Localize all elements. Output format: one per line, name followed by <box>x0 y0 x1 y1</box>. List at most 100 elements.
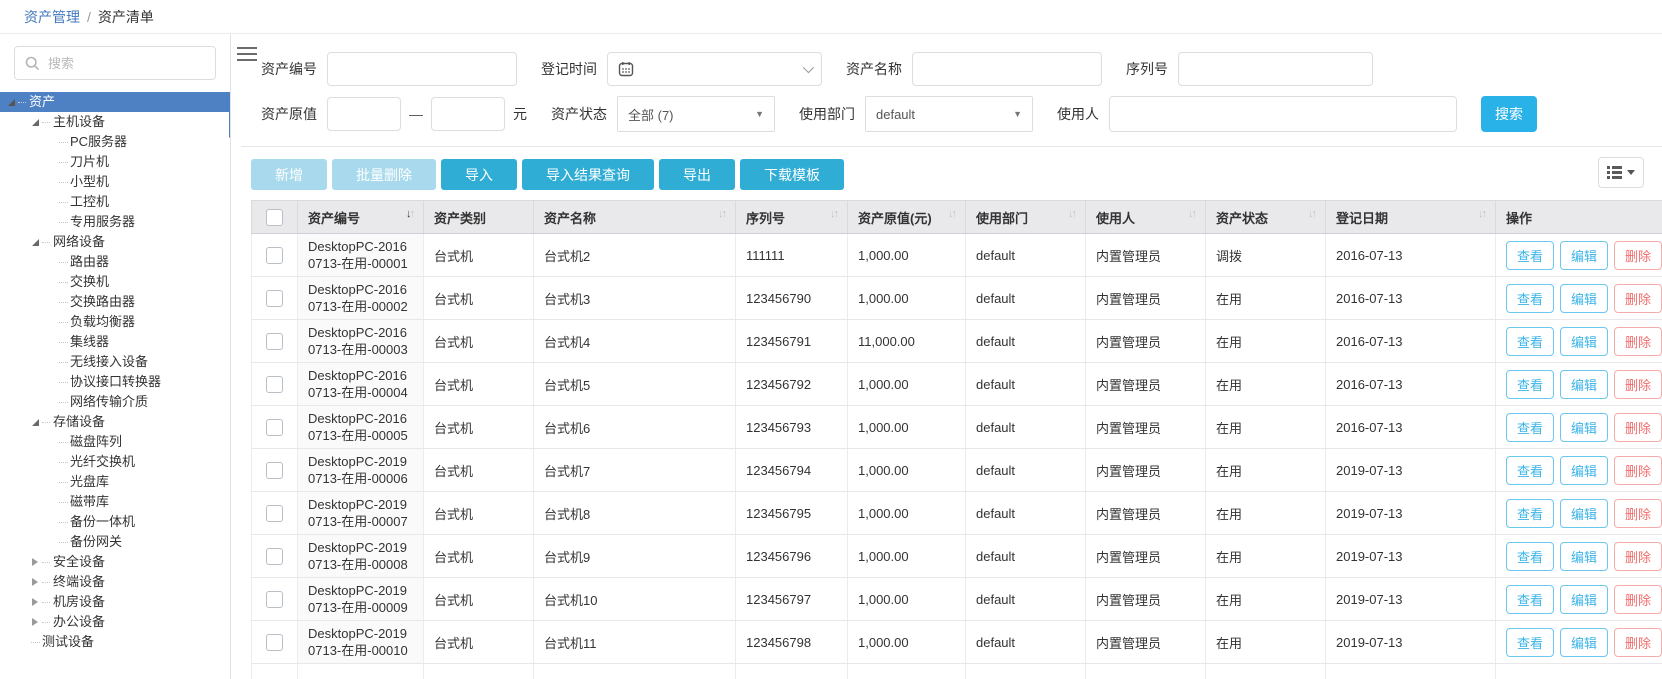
column-header[interactable]: ↓↑资产编号 <box>298 201 424 234</box>
edit-button[interactable]: 编辑 <box>1560 284 1608 313</box>
edit-button[interactable]: 编辑 <box>1560 456 1608 485</box>
sidebar-search-box[interactable] <box>14 46 216 80</box>
tree-item[interactable]: 资产 <box>0 92 230 112</box>
tree-item[interactable]: 磁盘阵列 <box>0 432 230 452</box>
tree-item[interactable]: 交换路由器 <box>0 292 230 312</box>
sort-arrows-icon[interactable]: ↓↑ <box>830 208 837 220</box>
tree-item[interactable]: 协议接口转换器 <box>0 372 230 392</box>
asset-value-to-input[interactable] <box>431 97 505 131</box>
toolbar-button[interactable]: 导入结果查询 <box>522 159 654 190</box>
use-department-select[interactable]: default ▼ <box>865 96 1033 132</box>
search-button[interactable]: 搜索 <box>1481 96 1537 132</box>
column-header[interactable]: ↓↑登记日期 <box>1326 201 1496 234</box>
view-button[interactable]: 查看 <box>1506 628 1554 657</box>
tree-item[interactable]: 备份网关 <box>0 532 230 552</box>
view-button[interactable]: 查看 <box>1506 456 1554 485</box>
column-visibility-toggle[interactable] <box>1598 157 1644 188</box>
view-button[interactable]: 查看 <box>1506 370 1554 399</box>
delete-button[interactable]: 删除 <box>1614 327 1662 356</box>
sort-arrows-icon[interactable]: ↓↑ <box>948 208 955 220</box>
view-button[interactable]: 查看 <box>1506 585 1554 614</box>
delete-button[interactable]: 删除 <box>1614 456 1662 485</box>
tree-item[interactable]: 办公设备 <box>0 612 230 632</box>
row-checkbox[interactable] <box>266 247 283 264</box>
row-checkbox[interactable] <box>266 591 283 608</box>
view-button[interactable]: 查看 <box>1506 327 1554 356</box>
row-checkbox[interactable] <box>266 505 283 522</box>
toolbar-button[interactable]: 导出 <box>659 159 735 190</box>
view-button[interactable]: 查看 <box>1506 284 1554 313</box>
row-checkbox[interactable] <box>266 548 283 565</box>
tree-item[interactable]: PC服务器 <box>0 132 230 152</box>
tree-item[interactable]: 备份一体机 <box>0 512 230 532</box>
sort-arrows-icon[interactable]: ↓↑ <box>1068 208 1075 220</box>
asset-name-input[interactable] <box>912 52 1102 86</box>
tree-item[interactable]: 机房设备 <box>0 592 230 612</box>
asset-value-from-input[interactable] <box>327 97 401 131</box>
tree-collapsed-arrow-icon[interactable] <box>28 615 42 629</box>
serial-number-input[interactable] <box>1178 52 1373 86</box>
delete-button[interactable]: 删除 <box>1614 370 1662 399</box>
sidebar-search-input[interactable] <box>48 56 205 71</box>
row-checkbox[interactable] <box>266 333 283 350</box>
delete-button[interactable]: 删除 <box>1614 542 1662 571</box>
sort-arrows-icon[interactable]: ↓↑ <box>406 208 413 220</box>
asset-code-input[interactable] <box>327 52 517 86</box>
view-button[interactable]: 查看 <box>1506 542 1554 571</box>
user-input[interactable] <box>1109 96 1457 132</box>
tree-item[interactable]: 刀片机 <box>0 152 230 172</box>
tree-collapsed-arrow-icon[interactable] <box>28 595 42 609</box>
tree-item[interactable]: 网络传输介质 <box>0 392 230 412</box>
edit-button[interactable]: 编辑 <box>1560 542 1608 571</box>
tree-item[interactable]: 磁带库 <box>0 492 230 512</box>
toolbar-button[interactable]: 导入 <box>441 159 517 190</box>
tree-item[interactable]: 小型机 <box>0 172 230 192</box>
toolbar-button[interactable]: 下载模板 <box>740 159 844 190</box>
tree-item[interactable]: 光盘库 <box>0 472 230 492</box>
edit-button[interactable]: 编辑 <box>1560 241 1608 270</box>
tree-item[interactable]: 安全设备 <box>0 552 230 572</box>
column-header[interactable]: ↓↑使用部门 <box>966 201 1086 234</box>
tree-expanded-arrow-icon[interactable] <box>28 115 42 129</box>
select-all-checkbox[interactable] <box>266 209 283 226</box>
sort-arrows-icon[interactable]: ↓↑ <box>1188 208 1195 220</box>
view-button[interactable]: 查看 <box>1506 241 1554 270</box>
tree-item[interactable]: 光纤交换机 <box>0 452 230 472</box>
column-header[interactable]: ↓↑资产名称 <box>534 201 736 234</box>
sidebar-collapse-icon[interactable] <box>237 43 257 65</box>
tree-item[interactable]: 集线器 <box>0 332 230 352</box>
edit-button[interactable]: 编辑 <box>1560 585 1608 614</box>
tree-collapsed-arrow-icon[interactable] <box>28 555 42 569</box>
row-checkbox[interactable] <box>266 376 283 393</box>
view-button[interactable]: 查看 <box>1506 413 1554 442</box>
edit-button[interactable]: 编辑 <box>1560 628 1608 657</box>
tree-item[interactable]: 测试设备 <box>0 632 230 652</box>
column-header[interactable]: ↓↑资产状态 <box>1206 201 1326 234</box>
delete-button[interactable]: 删除 <box>1614 284 1662 313</box>
tree-collapsed-arrow-icon[interactable] <box>28 575 42 589</box>
tree-expanded-arrow-icon[interactable] <box>28 235 42 249</box>
tree-expanded-arrow-icon[interactable] <box>28 415 42 429</box>
sort-arrows-icon[interactable]: ↓↑ <box>718 208 725 220</box>
delete-button[interactable]: 删除 <box>1614 628 1662 657</box>
edit-button[interactable]: 编辑 <box>1560 413 1608 442</box>
tree-item[interactable]: 终端设备 <box>0 572 230 592</box>
tree-item[interactable]: 存储设备 <box>0 412 230 432</box>
edit-button[interactable]: 编辑 <box>1560 327 1608 356</box>
row-checkbox[interactable] <box>266 290 283 307</box>
tree-item[interactable]: 路由器 <box>0 252 230 272</box>
row-checkbox[interactable] <box>266 419 283 436</box>
tree-item[interactable]: 网络设备 <box>0 232 230 252</box>
column-header[interactable]: ↓↑资产原值(元) <box>848 201 966 234</box>
register-time-picker[interactable] <box>607 52 822 86</box>
tree-item[interactable]: 无线接入设备 <box>0 352 230 372</box>
view-button[interactable]: 查看 <box>1506 499 1554 528</box>
delete-button[interactable]: 删除 <box>1614 499 1662 528</box>
delete-button[interactable]: 删除 <box>1614 585 1662 614</box>
column-header[interactable]: ↓↑使用人 <box>1086 201 1206 234</box>
tree-item[interactable]: 主机设备 <box>0 112 230 132</box>
breadcrumb-link-asset-management[interactable]: 资产管理 <box>24 7 80 27</box>
row-checkbox[interactable] <box>266 462 283 479</box>
sort-arrows-icon[interactable]: ↓↑ <box>1478 208 1485 220</box>
tree-item[interactable]: 负载均衡器 <box>0 312 230 332</box>
